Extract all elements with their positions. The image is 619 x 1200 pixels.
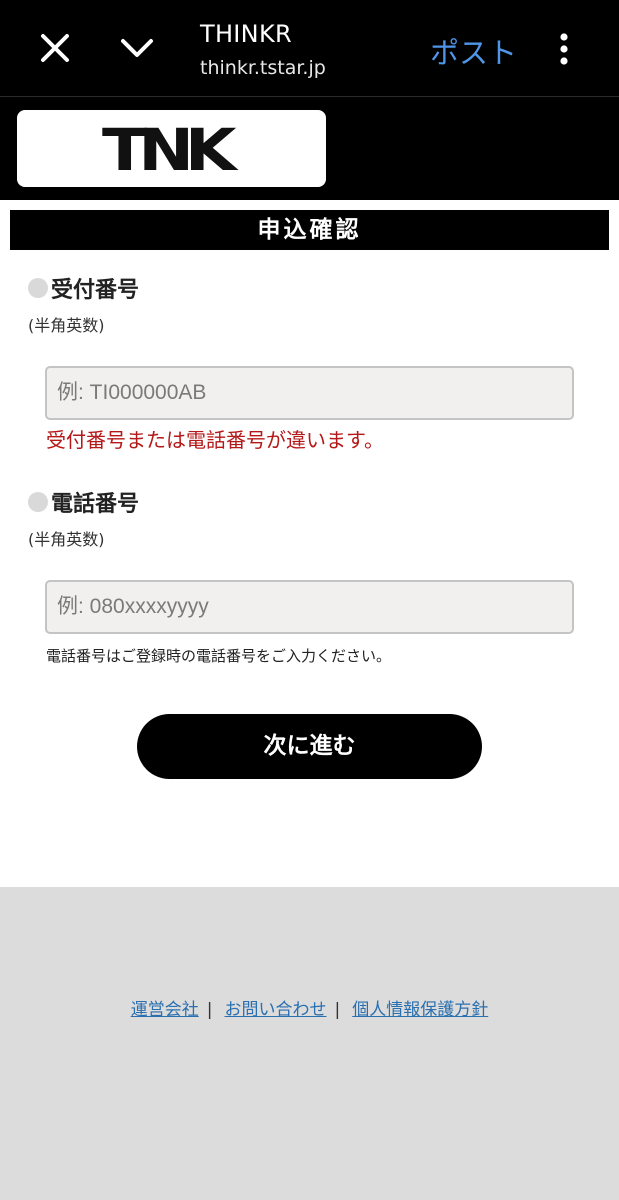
phone-number-hint: (半角英数) <box>28 530 105 549</box>
phone-number-input[interactable] <box>45 580 574 634</box>
site-header: TNK <box>0 97 619 200</box>
receipt-number-label-text: 受付番号 <box>51 278 140 303</box>
footer: 運営会社 | お問い合わせ | 個人情報保護方針 <box>0 887 619 1200</box>
receipt-number-label: 受付番号 <box>28 272 139 304</box>
footer-link-company[interactable]: 運営会社 <box>131 1000 199 1020</box>
footer-link-contact[interactable]: お問い合わせ <box>225 1000 327 1020</box>
error-message: 受付番号または電話番号が違います。 <box>46 428 384 452</box>
browser-toolbar: THINKR thinkr.tstar.jp ポスト <box>0 0 619 97</box>
receipt-number-hint: (半角英数) <box>28 316 105 335</box>
browser-url: thinkr.tstar.jp <box>200 57 326 79</box>
bullet-icon <box>28 278 48 298</box>
phone-number-note: 電話番号はご登録時の電話番号をご入力ください。 <box>46 647 392 665</box>
page-title: 申込確認 <box>10 210 609 250</box>
close-icon[interactable] <box>38 31 72 65</box>
footer-link-privacy[interactable]: 個人情報保護方針 <box>352 1000 488 1020</box>
browser-page-title: THINKR <box>200 20 292 48</box>
receipt-number-input[interactable] <box>45 366 574 420</box>
bullet-icon <box>28 492 48 512</box>
phone-number-label-text: 電話番号 <box>51 492 140 517</box>
footer-links: 運営会社 | お問い合わせ | 個人情報保護方針 <box>0 995 619 1020</box>
more-vert-icon[interactable] <box>556 32 572 66</box>
next-button[interactable]: 次に進む <box>137 714 482 779</box>
post-button[interactable]: ポスト <box>430 30 517 72</box>
footer-separator: | <box>334 1000 341 1020</box>
footer-separator: | <box>206 1000 213 1020</box>
chevron-down-icon[interactable] <box>118 34 156 62</box>
site-logo[interactable]: TNK <box>17 110 326 187</box>
phone-number-label: 電話番号 <box>28 486 139 518</box>
logo-text: TNK <box>102 116 237 184</box>
